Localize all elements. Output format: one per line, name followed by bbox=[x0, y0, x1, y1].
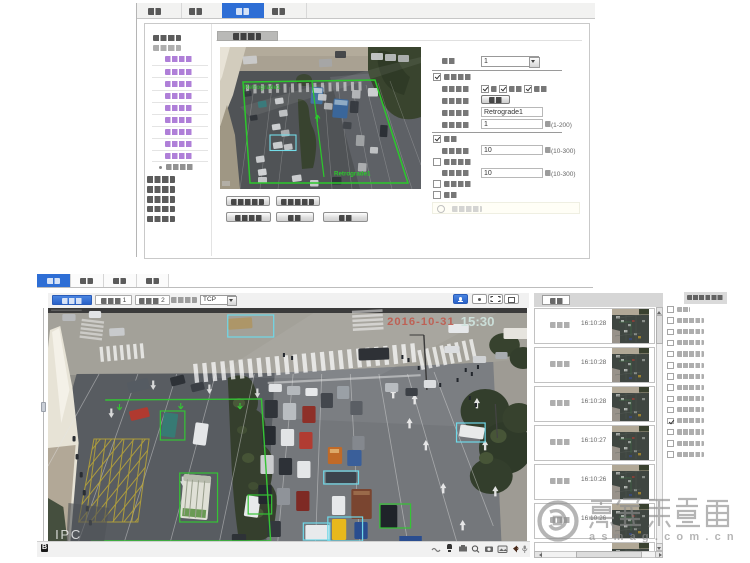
svg-text:asmag.com.cn: asmag.com.cn bbox=[589, 531, 740, 543]
svg-text:15:30: 15:30 bbox=[461, 314, 495, 329]
svg-text:2016-10-31: 2016-10-31 bbox=[387, 316, 455, 328]
svg-text:Retrograde1: Retrograde1 bbox=[244, 84, 281, 91]
svg-text:IPC: IPC bbox=[55, 527, 82, 541]
svg-text:Retrograde1: Retrograde1 bbox=[334, 170, 371, 177]
